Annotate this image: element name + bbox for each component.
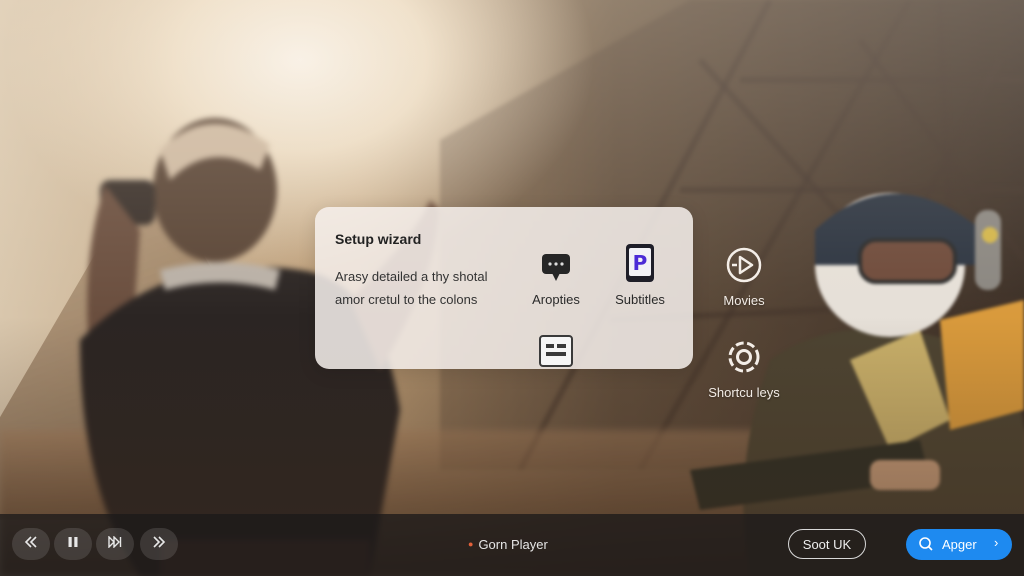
pause-icon [67, 535, 79, 553]
secondary-button[interactable]: Soot UK [788, 529, 866, 559]
option-label: Shortcu leys [708, 385, 780, 400]
double-chevron-left-icon [24, 535, 38, 553]
fast-forward-button[interactable] [140, 528, 178, 560]
search-icon [918, 536, 934, 555]
player-title-text: Gorn Player [478, 537, 548, 552]
primary-button-label: Apger [942, 537, 977, 552]
primary-button[interactable]: Apger › [906, 529, 1012, 560]
wizard-description: Arasy detailed a thy shotal amor cretul … [335, 265, 525, 311]
player-control-bar: ● Gorn Player Soot UK Apger › [0, 514, 1024, 576]
tablet-p-icon: P [600, 243, 680, 283]
arrow-right-icon: › [994, 535, 999, 550]
option-movies[interactable]: Movies [704, 244, 784, 308]
play-circle-icon [704, 244, 784, 284]
skip-next-icon [108, 535, 122, 553]
double-chevron-right-icon [152, 535, 166, 553]
svg-text:P: P [633, 251, 648, 275]
option-label: Aropties [532, 292, 580, 307]
skip-next-button[interactable] [96, 528, 134, 560]
wizard-title: Setup wizard [335, 231, 422, 247]
gear-ring-icon [704, 334, 784, 376]
speech-bubble-icon [516, 243, 596, 283]
rewind-button[interactable] [12, 528, 50, 560]
pause-button[interactable] [54, 528, 92, 560]
player-title: ● Gorn Player [468, 537, 548, 552]
option-subtitles[interactable]: P Subtitles [600, 243, 680, 307]
wizard-description-line: Arasy detailed a thy shotal [335, 269, 488, 284]
setup-wizard-dialog: Setup wizard Arasy detailed a thy shotal… [315, 207, 693, 369]
secondary-button-label: Soot UK [802, 536, 852, 552]
option-id-card[interactable] [516, 333, 596, 367]
wizard-description-line: amor cretul to the colons [335, 292, 478, 307]
status-dot: ● [468, 539, 474, 549]
option-label: Movies [723, 293, 765, 308]
option-shortcut-keys[interactable]: Shortcu leys [704, 334, 784, 400]
option-aropties[interactable]: Aropties [516, 243, 596, 307]
id-card-icon [516, 333, 596, 367]
option-label: Subtitles [615, 292, 665, 307]
